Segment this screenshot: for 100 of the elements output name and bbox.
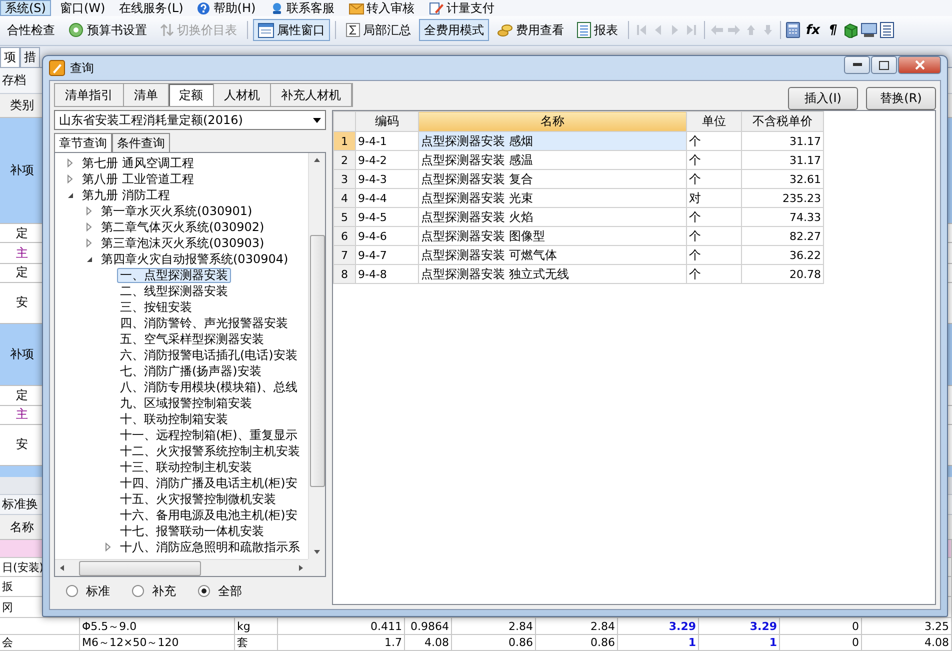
- tree-item[interactable]: 十三、联动控制主机安装: [117, 460, 255, 474]
- document-tab[interactable]: 措: [20, 46, 40, 67]
- menu-item[interactable]: 计量支付: [424, 0, 500, 16]
- table-cell[interactable]: 点型探测器安装 可燃气体: [418, 246, 686, 264]
- tab[interactable]: 定额: [169, 84, 214, 106]
- tree-item[interactable]: 十五、火灾报警控制微机安装: [117, 492, 279, 506]
- table-cell: 个: [686, 246, 742, 264]
- table-cell[interactable]: 点型探测器安装 感温: [418, 150, 686, 170]
- minimize-button[interactable]: [844, 56, 870, 74]
- collapsed-triangle-icon[interactable]: [84, 238, 94, 248]
- tree-item[interactable]: 第七册 通风空调工程: [79, 156, 197, 170]
- tree-item[interactable]: 七、消防广播(扬声器)安装: [117, 364, 264, 378]
- table-cell: 9-4-4: [356, 188, 418, 208]
- table-cell: 20.78: [742, 264, 824, 284]
- table-cell[interactable]: 点型探测器安装 独立式无线: [418, 264, 686, 284]
- tree-item[interactable]: 第一章水灭火系统(030901): [98, 204, 256, 218]
- table-cell: 会: [0, 635, 80, 651]
- tab[interactable]: 条件查询: [112, 133, 170, 152]
- radio-option[interactable]: 全部: [198, 582, 242, 600]
- menu-item[interactable]: 系统(S): [0, 0, 51, 16]
- tree-item[interactable]: 二、线型探测器安装: [117, 284, 231, 298]
- collapsed-triangle-icon[interactable]: [65, 174, 75, 184]
- toolbar-button[interactable]: 费用查看: [492, 19, 569, 42]
- table-cell: 4.08: [862, 635, 952, 651]
- column-header[interactable]: 编码: [356, 112, 418, 132]
- symbol-button[interactable]: ¶: [826, 22, 840, 38]
- table-cell[interactable]: 点型探测器安装 火焰: [418, 208, 686, 226]
- action-button[interactable]: 插入(I): [788, 87, 858, 110]
- corner-header: [334, 112, 356, 132]
- menu-item[interactable]: 在线服务(L): [114, 0, 188, 16]
- radio-icon[interactable]: [132, 585, 144, 597]
- table-cell[interactable]: 点型探测器安装 图像型: [418, 226, 686, 246]
- tree-item[interactable]: 第九册 消防工程: [79, 188, 173, 202]
- tree-item[interactable]: 第四章火灾自动报警系统(030904): [98, 252, 292, 266]
- collapsed-triangle-icon[interactable]: [65, 158, 75, 168]
- collapsed-triangle-icon[interactable]: [84, 206, 94, 216]
- collapsed-triangle-icon[interactable]: [84, 222, 94, 232]
- menu-item[interactable]: 帮助(H): [192, 0, 261, 16]
- table-cell: 1: [618, 635, 699, 651]
- column-header[interactable]: 单位: [686, 112, 742, 132]
- radio-icon[interactable]: [66, 585, 78, 597]
- symbol-button[interactable]: fx: [803, 22, 824, 38]
- table-cell: 9-4-7: [356, 246, 418, 264]
- tree-item[interactable]: 十一、远程控制箱(柜)、重复显示: [117, 428, 300, 442]
- row-number: 7: [334, 246, 356, 264]
- vertical-scrollbar[interactable]: [308, 153, 325, 559]
- tree-item[interactable]: 一、点型探测器安装: [117, 268, 231, 282]
- table-cell: 个: [686, 150, 742, 170]
- tree-item[interactable]: 四、消防警铃、声光报警器安装: [117, 316, 291, 330]
- tree-item[interactable]: 十六、备用电源及电池主机(柜)安: [117, 508, 300, 522]
- tree-item[interactable]: 五、空气采样型探测器安装: [117, 332, 267, 346]
- radio-icon[interactable]: [198, 585, 210, 597]
- table-cell[interactable]: 点型探测器安装 光束: [418, 188, 686, 208]
- toolbar-button[interactable]: 属性窗口: [253, 19, 330, 42]
- column-header[interactable]: 不含税单价: [742, 112, 824, 132]
- toolbar-button[interactable]: 报表: [572, 19, 623, 42]
- column-header[interactable]: 名称: [418, 112, 686, 132]
- tree-item[interactable]: 十二、火灾报警系统控制主机安装: [117, 444, 303, 458]
- tree-item[interactable]: 九、区域报警控制箱安装: [117, 396, 255, 410]
- tree-item[interactable]: 十八、消防应急照明和疏散指示系: [117, 540, 303, 554]
- close-icon: [914, 60, 924, 70]
- document-tab[interactable]: 项: [0, 46, 20, 67]
- scrollbar-thumb[interactable]: [79, 560, 201, 576]
- library-dropdown[interactable]: 山东省安装工程消耗量定额(2016): [54, 110, 326, 130]
- table-cell: 3.25: [862, 618, 952, 636]
- toolbar-button[interactable]: 预算书设置: [63, 19, 152, 42]
- table-cell[interactable]: 点型探测器安装 复合: [418, 170, 686, 188]
- action-button[interactable]: 替换(R): [866, 87, 936, 110]
- sigma-icon: [346, 23, 360, 38]
- tree-item[interactable]: 六、消防报警电话插孔(电话)安装: [117, 348, 300, 362]
- tab[interactable]: 章节查询: [54, 133, 112, 152]
- maximize-button[interactable]: [871, 56, 897, 74]
- cube-icon[interactable]: [843, 22, 858, 38]
- table-cell: kg: [235, 618, 278, 636]
- tree-item[interactable]: 三、按钮安装: [117, 300, 195, 314]
- tree-item[interactable]: 第三章泡沫灭火系统(030903): [98, 236, 268, 250]
- table-cell[interactable]: 点型探测器安装 感烟: [418, 132, 686, 150]
- archive-button[interactable]: 存档: [0, 72, 28, 89]
- list-document-icon[interactable]: [880, 22, 894, 38]
- radio-option[interactable]: 补充: [132, 582, 176, 600]
- table-cell: 235.23: [742, 188, 824, 208]
- tree-item[interactable]: 第二章气体灭火系统(030902): [98, 220, 268, 234]
- toolbar-button[interactable]: 局部汇总: [341, 19, 416, 42]
- calculator-icon[interactable]: [786, 22, 800, 38]
- collapsed-triangle-icon[interactable]: [103, 542, 113, 552]
- toolbar-button[interactable]: 全费用模式: [419, 19, 489, 42]
- scrollbar-thumb[interactable]: [310, 235, 324, 487]
- menu-item[interactable]: 联系客服: [264, 0, 340, 16]
- tree-item[interactable]: 十、联动控制箱安装: [117, 412, 231, 426]
- tree-item[interactable]: 第八册 工业管道工程: [79, 172, 197, 186]
- tree-item[interactable]: 十七、报警联动一体机安装: [117, 524, 267, 538]
- menu-item[interactable]: 窗口(W): [54, 0, 110, 16]
- menu-item[interactable]: 转入审核: [344, 0, 420, 16]
- tree-item[interactable]: 十四、消防广播及电话主机(柜)安: [117, 476, 300, 490]
- horizontal-scrollbar[interactable]: [55, 559, 308, 576]
- table-cell: 1.7: [278, 635, 405, 651]
- tree-item[interactable]: 八、消防专用模块(模块箱)、总线: [117, 380, 300, 394]
- monitor-icon[interactable]: [861, 22, 878, 38]
- toolbar-button[interactable]: 合性检查: [2, 19, 60, 42]
- close-button[interactable]: [898, 56, 941, 74]
